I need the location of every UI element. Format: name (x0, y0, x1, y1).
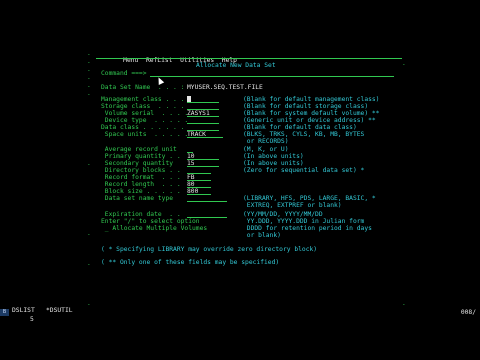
panel-edge: . (87, 66, 91, 73)
field-help: or blank) (243, 232, 281, 239)
field-help: DDDD for retention period in days (243, 225, 372, 232)
field-label: Directory blocks . . (101, 167, 181, 174)
pf-dsutil[interactable]: *DSUTIL (46, 307, 73, 314)
panel-edge: . (87, 82, 91, 89)
text-cursor (187, 96, 191, 102)
terminal-screen: . . . . . . . . . . . . Menu RefList Uti… (0, 0, 480, 360)
cursor-position: 008/ (460, 309, 476, 316)
field-value[interactable]: 10 (187, 153, 195, 160)
field-label: Average record unit (101, 146, 177, 153)
panel-edge: . (87, 74, 91, 81)
action-bar: Menu RefList Utilities Help (108, 50, 237, 64)
field-label: Storage class . . . . (101, 103, 185, 110)
panel-edge: . (87, 230, 91, 237)
field-label: Block size . . . . . (101, 188, 181, 195)
field-input[interactable] (187, 123, 219, 124)
field-help: (Generic unit or device address) ** (243, 117, 376, 124)
pf-dslist[interactable]: DSLIST (12, 307, 35, 314)
command-label: Command ===> (101, 70, 147, 77)
field-help: (M, K, or U) (243, 146, 289, 153)
field-label: Enter "/" to select option (101, 218, 200, 225)
field-help: (Blank for default management class) (243, 96, 380, 103)
field-label: Record format . . . (101, 174, 181, 181)
field-help: YY.DDD, YYYY.DDD in Julian form (243, 218, 365, 225)
field-label: Management class . . . (101, 96, 185, 103)
field-label: Data class . . . . . . (101, 124, 185, 131)
field-help: (Zero for sequential data set) * (243, 167, 365, 174)
field-label: Secondary quantity (101, 160, 174, 167)
field-value[interactable]: 800 (187, 188, 198, 195)
action-bar-separator (96, 58, 402, 59)
field-help: EXTREQ, EXTPREF or blank) (243, 202, 342, 209)
field-label: Primary quantity . . (101, 153, 181, 160)
field-help: (In above units) (243, 153, 304, 160)
field-label: Device type . . . . . (101, 117, 189, 124)
field-value[interactable]: 80 (187, 181, 195, 188)
field-value[interactable]: 15 (187, 160, 195, 167)
panel-edge: . (87, 300, 91, 307)
panel-edge: . (402, 300, 406, 307)
field-label: Expiration date . . (101, 211, 181, 218)
field-help: (YY/MM/DD, YYYY/MM/DD (243, 211, 323, 218)
field-help: or RECORDS) (243, 138, 289, 145)
pf-number: 5 (30, 316, 34, 323)
field-help: (Blank for system default volume) ** (243, 110, 380, 117)
field-input[interactable] (187, 201, 227, 202)
pf-key-bar: DSLIST *DSUTIL 5 (0, 307, 480, 323)
field-label: Data set name type (101, 195, 174, 202)
note-volume: ( ** Only one of these fields may be spe… (101, 259, 280, 266)
panel-title: Allocate New Data Set (196, 62, 276, 69)
command-input[interactable] (150, 76, 394, 77)
dsn-value: MYUSER.SEQ.TEST.FILE (187, 84, 263, 91)
field-label: Space units . . . . . (101, 131, 189, 138)
field-value[interactable]: ZASYS1 (187, 110, 210, 117)
panel-edge: . (87, 58, 91, 65)
note-library: ( * Specifying LIBRARY may override zero… (101, 246, 318, 253)
field-label: _ Allocate Multiple Volumes (101, 225, 208, 232)
field-help: (In above units) (243, 160, 304, 167)
field-label: Volume serial . . . . (101, 110, 189, 117)
panel-edge: . (87, 160, 91, 167)
panel-edge: . (87, 50, 91, 57)
field-value[interactable]: FB (187, 174, 195, 181)
field-help: (BLKS, TRKS, CYLS, KB, MB, BYTES (243, 131, 365, 138)
field-help: (Blank for default storage class) (243, 103, 369, 110)
field-value[interactable]: TRACK (187, 131, 206, 138)
panel-edge: . (402, 60, 406, 67)
panel-edge: . (87, 90, 91, 97)
panel-edge: . (87, 260, 91, 267)
field-input[interactable] (187, 102, 219, 103)
field-help: (LIBRARY, HFS, PDS, LARGE, BASIC, * (243, 195, 376, 202)
dsn-label: Data Set Name . . . : (101, 84, 185, 91)
field-label: Record length . . . (101, 181, 181, 188)
field-help: (Blank for default data class) (243, 124, 357, 131)
